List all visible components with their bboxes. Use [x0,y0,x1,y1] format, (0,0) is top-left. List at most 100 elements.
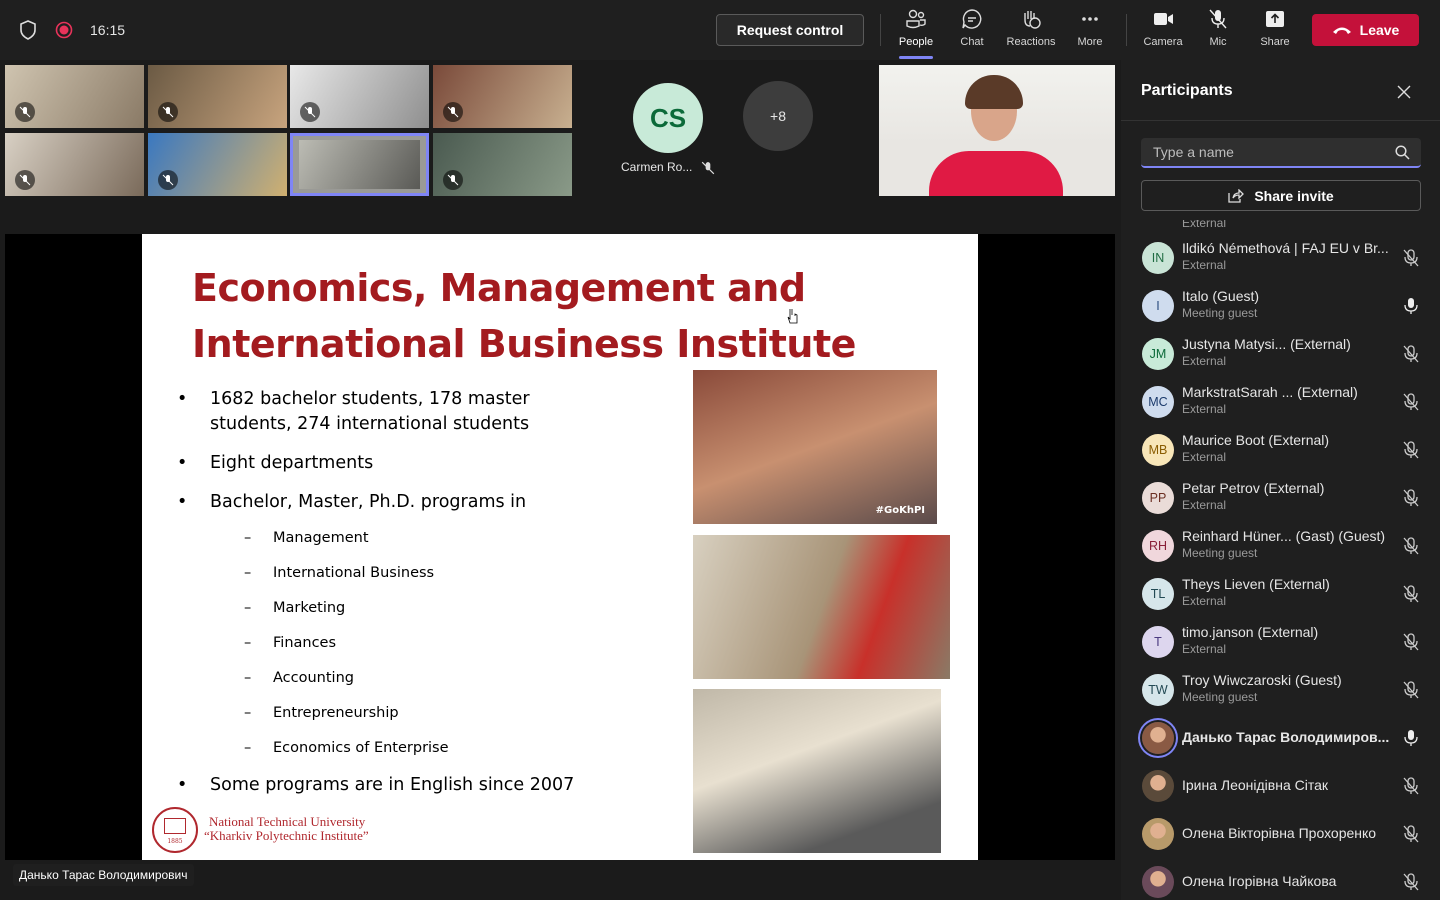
mic-off-icon [15,102,35,122]
camera-button[interactable]: Camera [1135,8,1191,54]
participant-name: Reinhard Hüner... (Gast) (Guest) [1182,528,1386,544]
share-button[interactable]: Share [1247,8,1303,54]
participant-list[interactable]: External IN Ildikó Némethová | FAJ EU v B… [1121,220,1440,900]
program-item: – International Business [244,565,435,581]
participant-name: Petar Petrov (External) [1182,480,1325,496]
more-label: More [1077,36,1103,48]
participant-row[interactable]: Ttimo.janson (External) External [1121,618,1440,666]
participant-subtitle: External [1182,220,1227,230]
hang-up-icon [1332,27,1351,34]
meeting-photo [693,535,950,679]
participant-row[interactable]: MB Maurice Boot (External) External [1121,426,1440,474]
startup-center-photo [693,689,941,853]
people-button[interactable]: People [888,8,944,59]
mic-off-icon[interactable] [1401,392,1421,412]
more-participants-button[interactable]: +8 [743,81,813,151]
pinned-video[interactable] [879,65,1115,196]
video-tile[interactable] [433,65,572,128]
video-tile[interactable] [5,133,144,196]
mic-off-icon[interactable] [1401,440,1421,460]
close-icon[interactable] [1397,85,1411,99]
participant-row[interactable]: Олена Вікторівна Прохоренко [1121,810,1440,858]
participant-name: Олена Вікторівна Прохоренко [1182,825,1377,841]
video-tile[interactable] [148,133,287,196]
participant-row[interactable]: Олена Ігорівна Чайкова [1121,858,1440,900]
avatar: TW [1142,674,1174,706]
chat-button[interactable]: Chat [944,8,1000,54]
participant-row[interactable]: PP Petar Petrov (External) External [1121,474,1440,522]
participant-name: Troy Wiwczaroski (Guest) [1182,672,1342,688]
video-tile-active-speaker[interactable] [290,133,429,196]
participant-row[interactable]: JM Justyna Matysi... (External) External [1121,330,1440,378]
avatar: PP [1142,482,1174,514]
slide-bullet: • Bachelor, Master, Ph.D. programs in [177,492,527,512]
search-input[interactable]: Type a name [1141,138,1421,168]
participant-row[interactable]: TL Theys Lieven (External) External [1121,570,1440,618]
presentation-slide: Economics, Management and International B… [142,234,978,860]
slide-bullet: • Eight departments [177,453,374,473]
mic-off-icon[interactable] [1401,344,1421,364]
panel-title: Participants [1141,82,1233,99]
participant-row[interactable]: MC MarkstratSarah ... (External) External [1121,378,1440,426]
video-tile[interactable] [290,65,429,128]
mic-on-icon[interactable] [1401,296,1421,316]
participant-row[interactable]: RH Reinhard Hüner... (Gast) (Guest) Meetin… [1121,522,1440,570]
video-tile[interactable] [5,65,144,128]
participant-row[interactable]: TW Troy Wiwczaroski (Guest) Meeting guest [1121,666,1440,714]
mic-off-icon [443,102,463,122]
shield-icon [20,20,36,40]
avatar [1142,818,1174,850]
avatar [1142,770,1174,802]
share-invite-button[interactable]: Share invite [1141,180,1421,211]
camera-icon [1154,13,1173,25]
reactions-button[interactable]: Reactions [1002,8,1060,54]
participant-name: Justyna Matysi... (External) [1182,336,1351,352]
mic-button[interactable]: Mic [1190,8,1246,54]
mic-off-icon[interactable] [1401,872,1421,892]
mic-off-icon[interactable] [1401,680,1421,700]
avatar: IN [1142,242,1174,274]
mic-off-icon [443,170,463,190]
share-invite-icon [1228,188,1245,203]
video-tile[interactable] [433,133,572,196]
participant-name: Maurice Boot (External) [1182,432,1330,448]
participant-subtitle: External [1182,354,1227,368]
participant-name: MarkstratSarah ... (External) [1182,384,1358,400]
avatar: I [1142,290,1174,322]
leave-button[interactable]: Leave [1312,14,1419,46]
participant-row[interactable]: Ірина Леонідівна Сітак [1121,762,1440,810]
mic-off-icon[interactable] [1401,488,1421,508]
participant-subtitle: Meeting guest [1182,546,1258,560]
mic-on-icon[interactable] [1401,728,1421,748]
chat-label: Chat [960,36,984,48]
participant-name: Italo (Guest) [1182,288,1260,304]
avatar[interactable]: CS [633,83,703,153]
request-control-button[interactable]: Request control [716,14,864,46]
mic-off-icon[interactable] [1401,584,1421,604]
share-label: Share [1260,36,1290,48]
participant-row[interactable]: IN Ildikó Némethová | FAJ EU v Br... Exter… [1121,234,1440,282]
university-name: National Technical University “Kharkiv Po… [204,814,369,843]
avatar: JM [1142,338,1174,370]
mic-off-icon[interactable] [1401,776,1421,796]
mic-label: Mic [1209,36,1227,48]
slide-bullet: • 1682 bachelor students, 178 master stud… [177,389,530,434]
mic-off-icon[interactable] [1401,632,1421,652]
participant-row[interactable]: Данько Тарас Володимиров... [1121,714,1440,762]
mic-off-icon [701,161,715,175]
avatar: T [1142,626,1174,658]
raise-hand-icon [1024,11,1041,29]
mic-off-icon[interactable] [1401,248,1421,268]
presenter-name-label: Данько Тарас Володимирович [13,864,194,886]
participant-subtitle: External [1182,258,1227,272]
more-button[interactable]: More [1062,8,1118,54]
mic-off-icon[interactable] [1401,536,1421,556]
video-tile[interactable] [148,65,287,128]
meeting-timer: 16:15 [90,22,126,38]
shared-screen: Economics, Management and International B… [5,234,1115,860]
program-item: – Management [244,530,369,546]
students-photo: #GoKhPI [693,370,937,524]
mic-off-icon[interactable] [1401,824,1421,844]
participant-row[interactable]: I Italo (Guest) Meeting guest [1121,282,1440,330]
hand-cursor-icon [787,309,798,324]
